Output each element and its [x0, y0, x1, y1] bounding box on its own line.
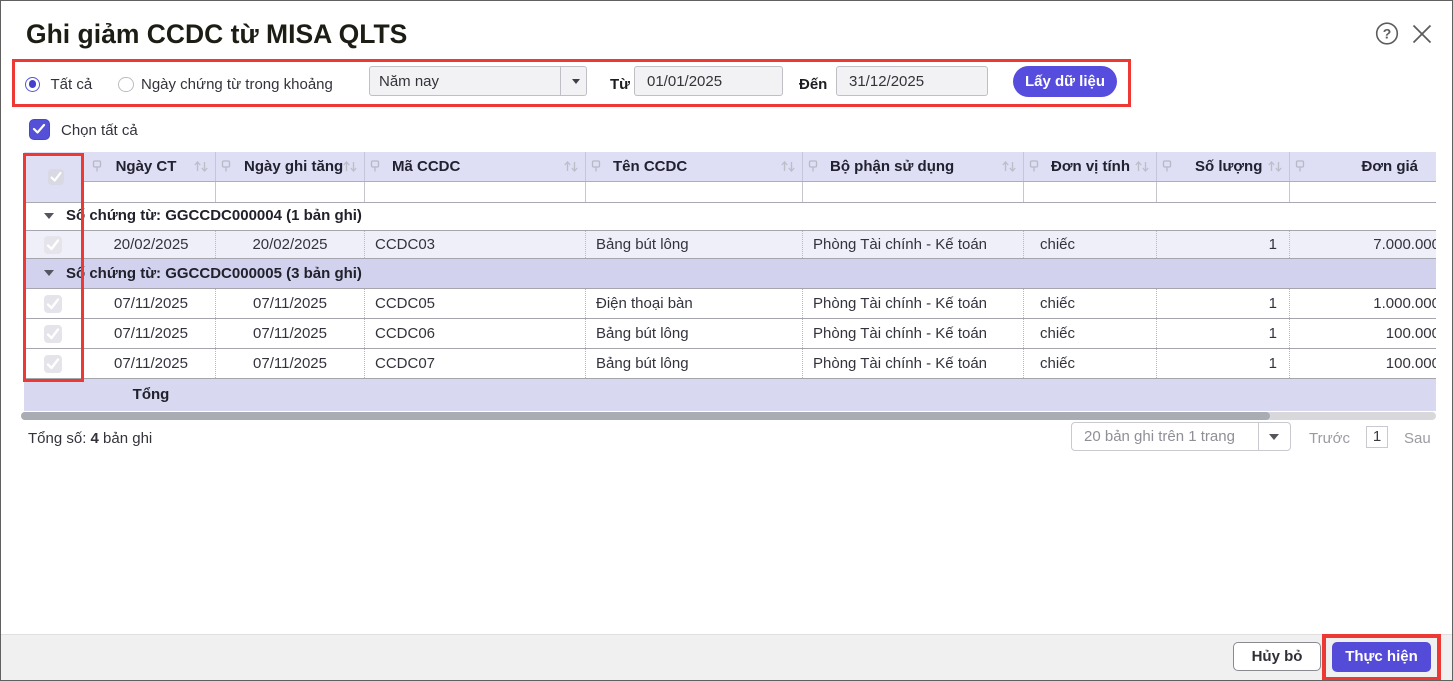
- svg-text:?: ?: [1383, 26, 1392, 42]
